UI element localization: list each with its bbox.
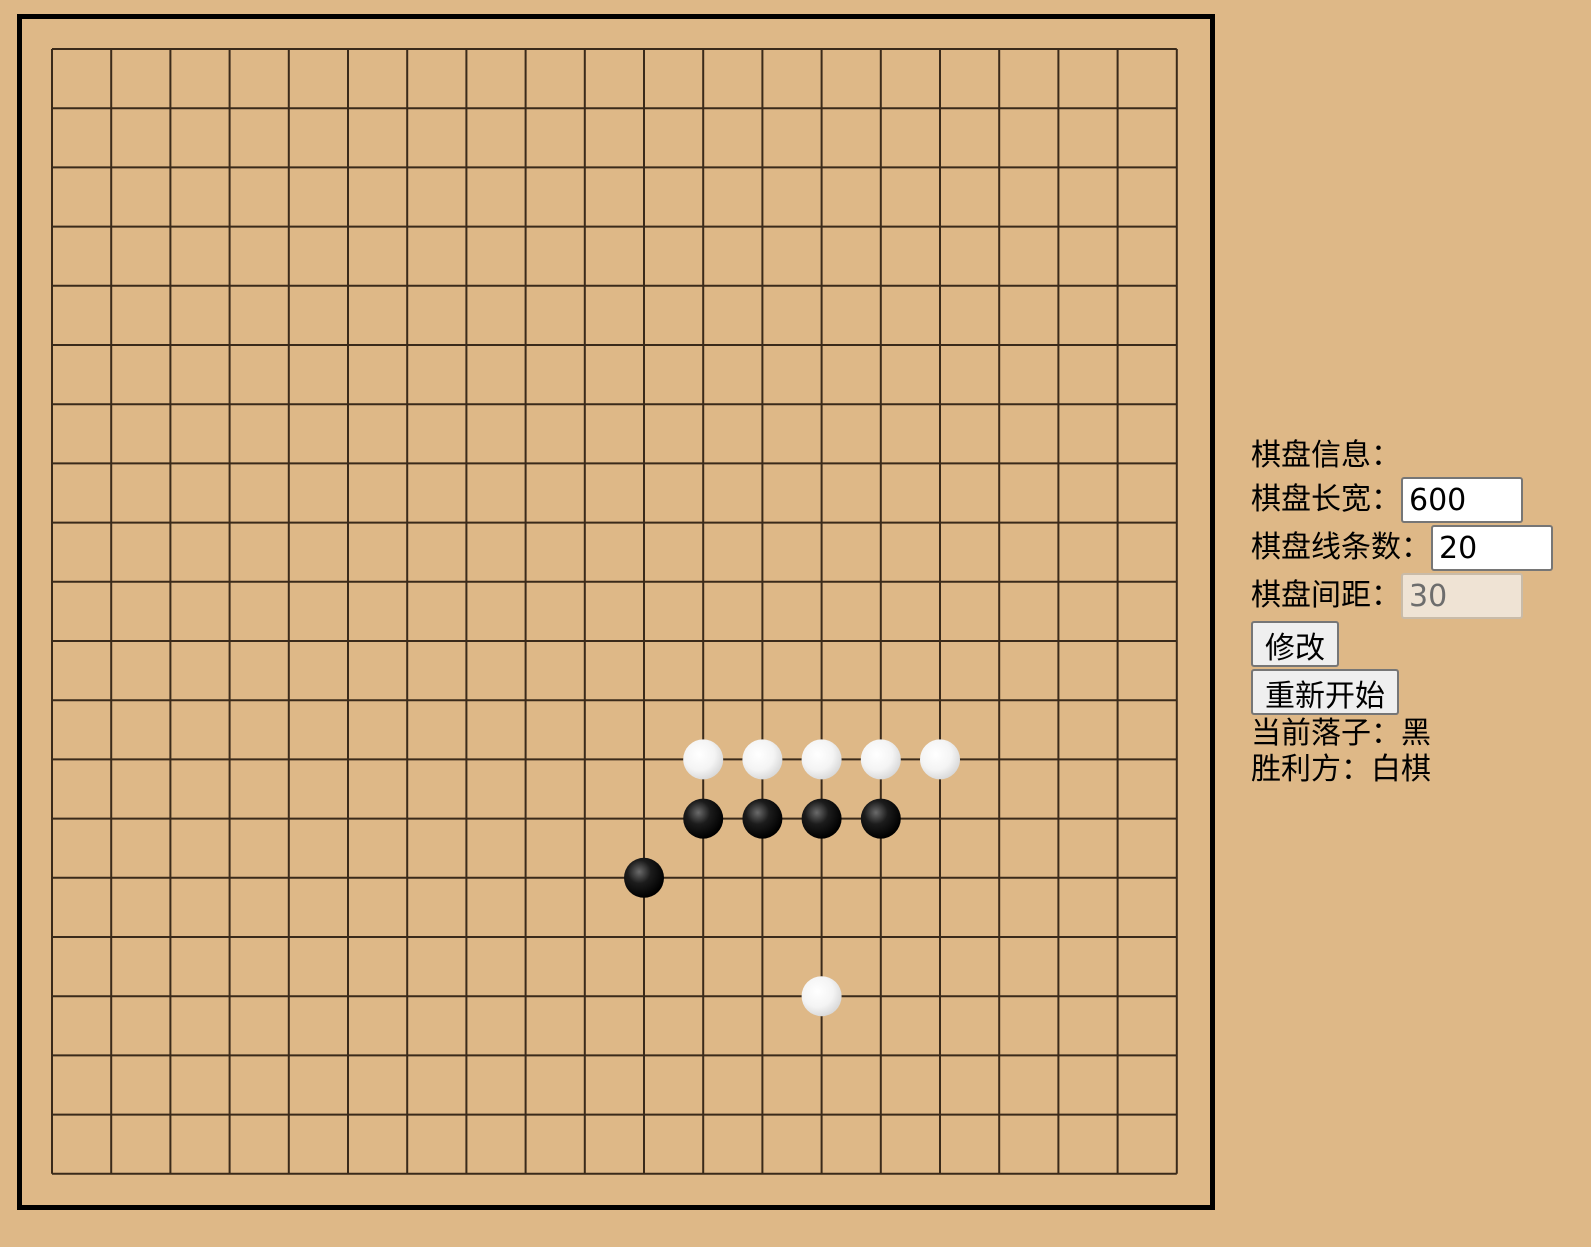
gomoku-board[interactable] [17,14,1215,1210]
white-stone [801,976,842,1017]
white-stone [860,739,901,780]
winner-label: 胜利方： [1251,752,1371,787]
restart-button[interactable]: 重新开始 [1251,669,1399,715]
board-lines-row: 棋盘线条数： [1251,524,1581,572]
black-stone [801,798,842,839]
black-stone [683,798,724,839]
board-info-row: 棋盘信息： [1251,436,1581,476]
current-turn-label: 当前落子： [1251,716,1401,751]
winner-row: 胜利方： 白棋 [1251,752,1581,788]
winner-value: 白棋 [1371,752,1431,787]
white-stone [683,739,724,780]
board-lines-input[interactable] [1431,525,1553,571]
black-stone [624,857,664,898]
current-turn-row: 当前落子：黑 [1251,716,1581,752]
board-size-label: 棋盘长宽： [1251,482,1401,517]
current-turn-value: 黑 [1401,716,1431,751]
restart-row: 重新开始 [1251,668,1581,716]
black-stone [742,798,783,839]
board-info-label: 棋盘信息： [1251,438,1401,473]
board-spacing-row: 棋盘间距： [1251,572,1581,620]
modify-button[interactable]: 修改 [1251,621,1339,667]
gomoku-app: 棋盘信息： 棋盘长宽： 棋盘线条数： 棋盘间距： 修改 重新开始 当前落子：黑 … [0,0,1591,1247]
black-stone [860,798,901,839]
board-lines-label: 棋盘线条数： [1251,530,1431,565]
control-panel: 棋盘信息： 棋盘长宽： 棋盘线条数： 棋盘间距： 修改 重新开始 当前落子：黑 … [1251,436,1581,788]
white-stone [920,739,960,780]
white-stone [742,739,783,780]
board-spacing-input [1401,573,1523,619]
board-size-input[interactable] [1401,477,1523,523]
board-canvas[interactable] [22,19,1210,1205]
modify-row: 修改 [1251,620,1581,668]
white-stone [801,739,842,780]
board-grid [51,48,1178,1175]
board-size-row: 棋盘长宽： [1251,476,1581,524]
board-spacing-label: 棋盘间距： [1251,578,1401,613]
